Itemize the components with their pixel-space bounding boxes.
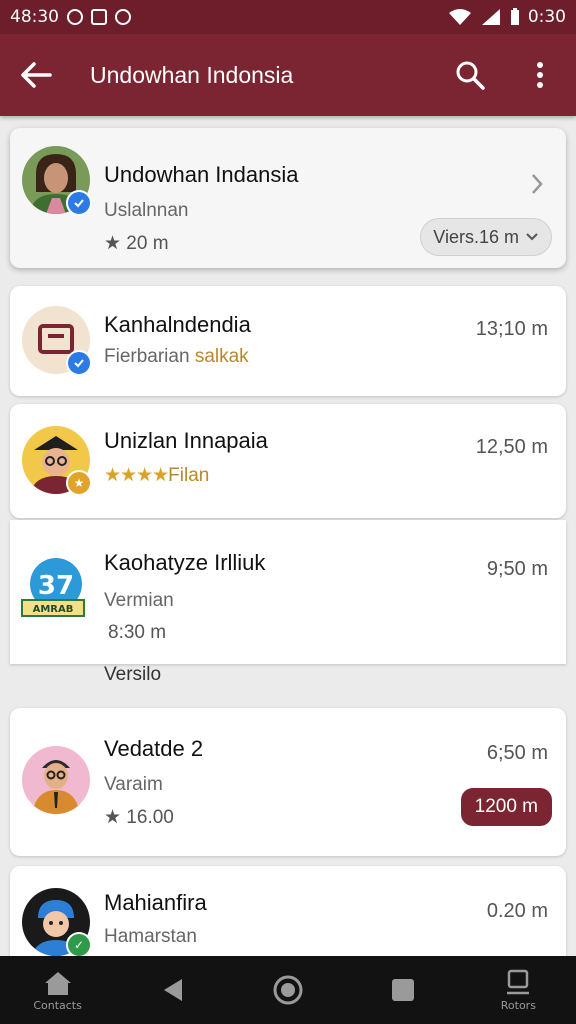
circle-home-icon	[273, 975, 303, 1005]
more-options-button[interactable]	[520, 55, 560, 95]
person-illustration	[22, 746, 90, 814]
nav-home-button[interactable]: Contacts	[18, 956, 98, 1024]
item-time: 6;50 m	[486, 742, 548, 764]
home-icon	[44, 971, 71, 995]
avatar: 37 AMRAB	[20, 556, 88, 624]
item-time: 12,50 m	[475, 436, 548, 458]
contact-subtitle: Varaim	[104, 774, 163, 795]
star-badge-icon: ★	[66, 470, 92, 496]
list-item[interactable]: Kanhalndendia Fierbarian salkak 13;10 m	[10, 286, 566, 396]
list-item[interactable]: ★ Unizlan Innapaia ★★★★Filan 12,50 m	[10, 404, 566, 518]
chevron-right-icon	[532, 174, 543, 194]
contact-rating: ★ 16.00	[104, 807, 174, 828]
sync-icon	[115, 9, 131, 25]
contact-subtitle: Fierbarian salkak	[104, 346, 249, 368]
status-badge-icon: ✓	[66, 932, 92, 956]
signal-icon	[481, 9, 500, 25]
wifi-icon	[448, 9, 471, 25]
item-time: 9;50 m	[486, 558, 548, 580]
contact-name: Kaohatyze Irlliuk	[104, 550, 266, 575]
notification-icon	[67, 9, 83, 25]
contact-subtitle: Hamarstan	[104, 926, 197, 947]
avatar: ✓	[22, 888, 92, 956]
badge-logo-number: 37	[38, 571, 74, 601]
avatar	[22, 306, 92, 376]
status-bar: 48:30 0:30	[0, 0, 576, 34]
section-label: Versilo	[104, 664, 162, 685]
list-item[interactable]: ✓ Mahianfira Hamarstan 0.20 m	[10, 866, 566, 956]
verified-badge-icon	[66, 190, 92, 216]
featured-card[interactable]: Undowhan Indansia Uslalnnan ★ 20 m Viers…	[10, 128, 566, 268]
photo-icon	[91, 9, 107, 25]
contact-subtitle: ★★★★Filan	[104, 464, 209, 487]
back-button[interactable]	[16, 55, 56, 95]
rotate-icon	[507, 969, 530, 994]
avatar	[22, 146, 92, 216]
contact-name: Undowhan Indansia	[104, 162, 299, 187]
triangle-back-icon	[163, 979, 182, 1001]
search-icon	[456, 61, 485, 90]
contact-rating: ★ 20 m	[104, 233, 169, 254]
nav-recents-button[interactable]	[363, 956, 443, 1024]
nav-back-button[interactable]	[133, 956, 213, 1024]
badge-logo: 37 AMRAB	[20, 556, 88, 624]
contact-subtitle: Uslalnnan	[104, 200, 189, 221]
nav-rotate-button[interactable]: Rotors	[478, 956, 558, 1024]
avatar	[22, 746, 90, 814]
arrow-back-icon	[21, 62, 52, 88]
contact-name: Vedatde 2	[104, 736, 204, 761]
search-button[interactable]	[450, 55, 490, 95]
list-item[interactable]: 37 AMRAB Kaohatyze Irlliuk Vermian 8:30 …	[10, 520, 566, 664]
nav-home-label: Contacts	[33, 998, 82, 1012]
avatar: ★	[22, 426, 92, 496]
app-bar: Undowhan Indonsia	[0, 34, 576, 116]
version-dropdown-label: Viers.16 m	[433, 226, 519, 247]
navigation-bar: Contacts Rotors	[0, 956, 576, 1024]
badge-logo-text: AMRAB	[33, 604, 74, 615]
battery-icon	[510, 8, 519, 25]
contact-name: Mahianfira	[104, 890, 207, 915]
nav-home-circle-button[interactable]	[248, 956, 328, 1024]
version-dropdown[interactable]: Viers.16 m	[420, 218, 552, 256]
item-time: 0.20 m	[486, 900, 548, 922]
contact-meta: 8:30 m	[108, 622, 167, 643]
list-item[interactable]: Vedatde 2 Varaim ★ 16.00 6;50 m 1200 m	[10, 708, 566, 856]
status-time: 48:30	[10, 7, 59, 27]
subtitle-prefix: Fierbarian	[104, 346, 190, 367]
contact-name: Unizlan Innapaia	[104, 428, 268, 453]
rating-stars: ★★★★	[104, 465, 169, 486]
item-time: 13;10 m	[475, 318, 548, 340]
contact-subtitle: Vermian	[104, 590, 174, 611]
subtitle-text: Filan	[168, 465, 210, 486]
contact-name: Kanhalndendia	[104, 312, 251, 337]
status-clock: 0:30	[527, 7, 566, 27]
more-vert-icon	[537, 62, 543, 88]
duration-pill-button[interactable]: 1200 m	[460, 788, 552, 826]
contact-list: Undowhan Indansia Uslalnnan ★ 20 m Viers…	[0, 116, 576, 956]
nav-rotate-label: Rotors	[500, 998, 536, 1012]
subtitle-highlight: salkak	[194, 346, 249, 367]
chevron-down-icon	[526, 233, 538, 241]
square-recents-icon	[392, 979, 415, 1001]
page-title: Undowhan Indonsia	[90, 61, 294, 88]
verified-badge-icon	[66, 350, 92, 376]
